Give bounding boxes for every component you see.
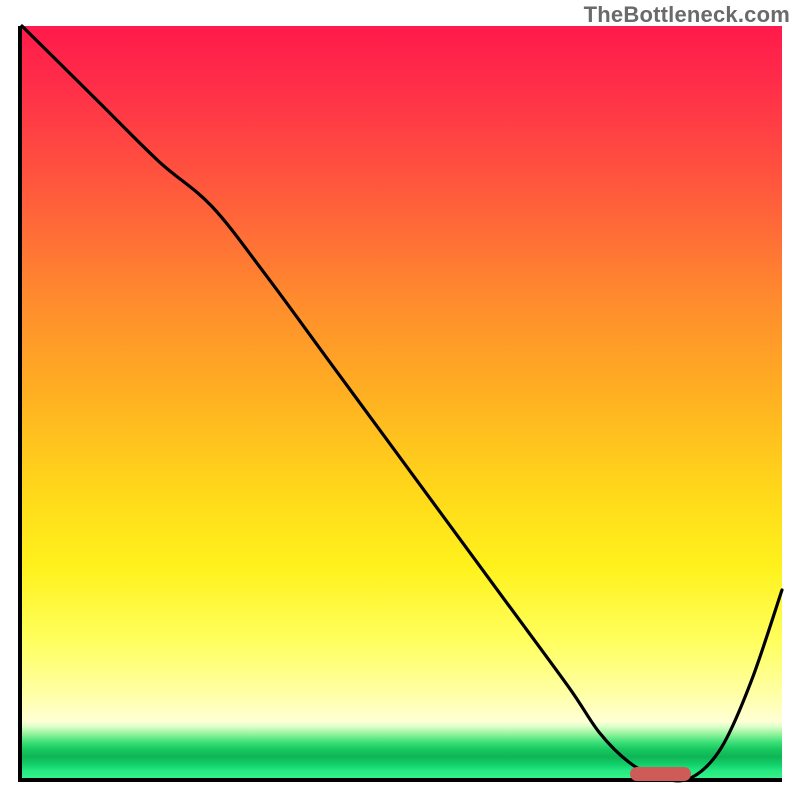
chart-canvas: TheBottleneck.com [0,0,800,800]
plot-area [18,26,782,782]
bottleneck-curve [22,26,782,778]
optimal-range-marker [630,767,691,781]
curve-path [22,26,782,781]
watermark-text: TheBottleneck.com [584,2,790,28]
